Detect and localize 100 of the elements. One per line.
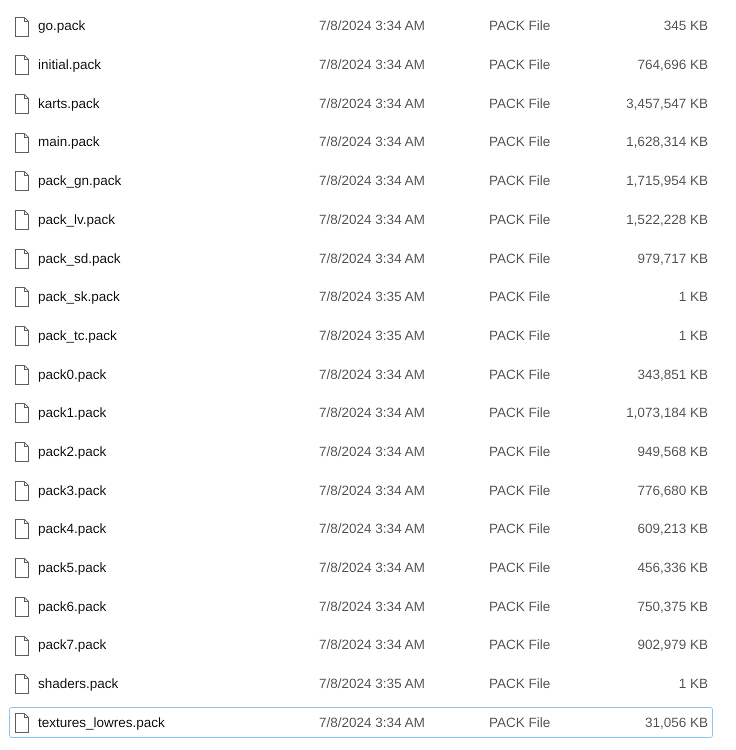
file-name: textures_lowres.pack [38,714,165,730]
file-type: PACK File [489,134,550,150]
file-row[interactable]: pack_sd.pack 7/8/2024 3:34 AM PACK File 979,717 KB [9,243,713,274]
file-date: 7/8/2024 3:34 AM [319,444,425,459]
file-row[interactable]: pack7.pack 7/8/2024 3:34 AM PACK File 902,979 KB [9,630,713,661]
file-row[interactable]: go.pack 7/8/2024 3:34 AM PACK File 345 KB [9,11,713,42]
file-name: pack_sd.pack [38,250,121,266]
file-type: PACK File [489,57,550,72]
file-date: 7/8/2024 3:34 AM [319,250,425,266]
file-date: 7/8/2024 3:34 AM [319,405,425,420]
file-name: pack7.pack [38,637,106,652]
file-size: 764,696 KB [637,57,708,72]
file-size: 949,568 KB [637,444,708,459]
file-icon [14,480,30,501]
file-date: 7/8/2024 3:34 AM [319,482,425,498]
file-date: 7/8/2024 3:34 AM [319,366,425,382]
file-name: go.pack [38,18,86,34]
file-row[interactable]: shaders.pack 7/8/2024 3:35 AM PACK File 1 KB [9,668,713,700]
file-type: PACK File [489,560,550,575]
file-size: 1,073,184 KB [626,405,708,420]
file-type: PACK File [489,637,550,652]
file-icon [14,132,30,153]
file-date: 7/8/2024 3:34 AM [319,714,425,730]
file-row[interactable]: main.pack 7/8/2024 3:34 AM PACK File 1,628,314 KB [9,127,713,158]
file-icon [14,210,30,230]
file-date: 7/8/2024 3:35 AM [319,289,425,304]
file-name: initial.pack [38,57,102,72]
file-type: PACK File [489,676,550,692]
file-size: 1 KB [678,289,708,304]
file-date: 7/8/2024 3:34 AM [319,96,425,111]
file-row[interactable]: pack4.pack 7/8/2024 3:34 AM PACK File 609,213 KB [9,514,713,545]
file-type: PACK File [489,173,550,188]
file-row[interactable]: pack3.pack 7/8/2024 3:34 AM PACK File 776,680 KB [9,475,713,506]
file-name: karts.pack [38,96,100,111]
file-date: 7/8/2024 3:35 AM [319,328,425,343]
file-size: 1,522,228 KB [626,212,708,227]
file-icon [14,712,30,733]
file-icon [14,596,30,617]
file-size: 1,715,954 KB [626,173,708,188]
file-type: PACK File [489,444,550,459]
file-row[interactable]: karts.pack 7/8/2024 3:34 AM PACK File 3,457,547 KB [9,88,713,120]
file-size: 345 KB [664,18,708,34]
file-date: 7/8/2024 3:34 AM [319,521,425,536]
file-icon [14,364,30,385]
file-icon [14,16,30,36]
file-icon [14,442,30,462]
file-type: PACK File [489,289,550,304]
file-row[interactable]: pack0.pack 7/8/2024 3:34 AM PACK File 343,851 KB [9,359,713,390]
file-type: PACK File [489,482,550,498]
file-name: pack_sk.pack [38,289,120,304]
file-icon [14,287,30,308]
file-size: 1,628,314 KB [626,134,708,150]
file-size: 609,213 KB [637,521,708,536]
file-name: pack1.pack [38,405,106,420]
file-size: 456,336 KB [637,560,708,575]
file-size: 343,851 KB [637,366,708,382]
file-row[interactable]: pack_gn.pack 7/8/2024 3:34 AM PACK File 1,715,954 KB [9,166,713,197]
file-row[interactable]: pack5.pack 7/8/2024 3:34 AM PACK File 456,336 KB [9,552,713,584]
file-icon [14,519,30,540]
file-size: 3,457,547 KB [626,96,708,111]
file-icon [14,636,30,656]
file-row[interactable]: pack1.pack 7/8/2024 3:34 AM PACK File 1,073,184 KB [9,398,713,429]
file-name: pack_gn.pack [38,173,122,188]
file-name: main.pack [38,134,100,150]
file-date: 7/8/2024 3:34 AM [319,212,425,227]
file-size: 902,979 KB [637,637,708,652]
file-icon [14,171,30,192]
file-date: 7/8/2024 3:34 AM [319,598,425,614]
file-icon [14,326,30,346]
file-size: 776,680 KB [637,482,708,498]
file-name: pack4.pack [38,521,106,536]
file-row[interactable]: pack_tc.pack 7/8/2024 3:35 AM PACK File 1 KB [9,320,713,352]
file-name: pack_lv.pack [38,212,116,227]
file-row[interactable]: pack_sk.pack 7/8/2024 3:35 AM PACK File 1 KB [9,282,713,313]
file-date: 7/8/2024 3:34 AM [319,560,425,575]
file-name: pack6.pack [38,598,106,614]
file-row[interactable]: textures_lowres.pack 7/8/2024 3:34 AM PACK File 31,056 KB [9,707,713,738]
file-date: 7/8/2024 3:34 AM [319,134,425,150]
file-icon [14,674,30,694]
file-icon [14,94,30,114]
file-row[interactable]: initial.pack 7/8/2024 3:34 AM PACK File 764,696 KB [9,50,713,81]
file-date: 7/8/2024 3:34 AM [319,57,425,72]
file-type: PACK File [489,598,550,614]
file-date: 7/8/2024 3:34 AM [319,637,425,652]
file-icon [14,558,30,578]
file-name: pack2.pack [38,444,106,459]
file-icon [14,248,30,269]
file-size: 979,717 KB [637,250,708,266]
file-row[interactable]: pack6.pack 7/8/2024 3:34 AM PACK File 750,375 KB [9,591,713,622]
file-type: PACK File [489,366,550,382]
file-type: PACK File [489,212,550,227]
file-size: 31,056 KB [644,714,708,730]
file-type: PACK File [489,250,550,266]
file-type: PACK File [489,405,550,420]
file-row[interactable]: pack_lv.pack 7/8/2024 3:34 AM PACK File 1,522,228 KB [9,204,713,236]
file-icon [14,55,30,76]
file-type: PACK File [489,521,550,536]
file-type: PACK File [489,714,550,730]
file-date: 7/8/2024 3:34 AM [319,173,425,188]
file-row[interactable]: pack2.pack 7/8/2024 3:34 AM PACK File 949,568 KB [9,436,713,468]
